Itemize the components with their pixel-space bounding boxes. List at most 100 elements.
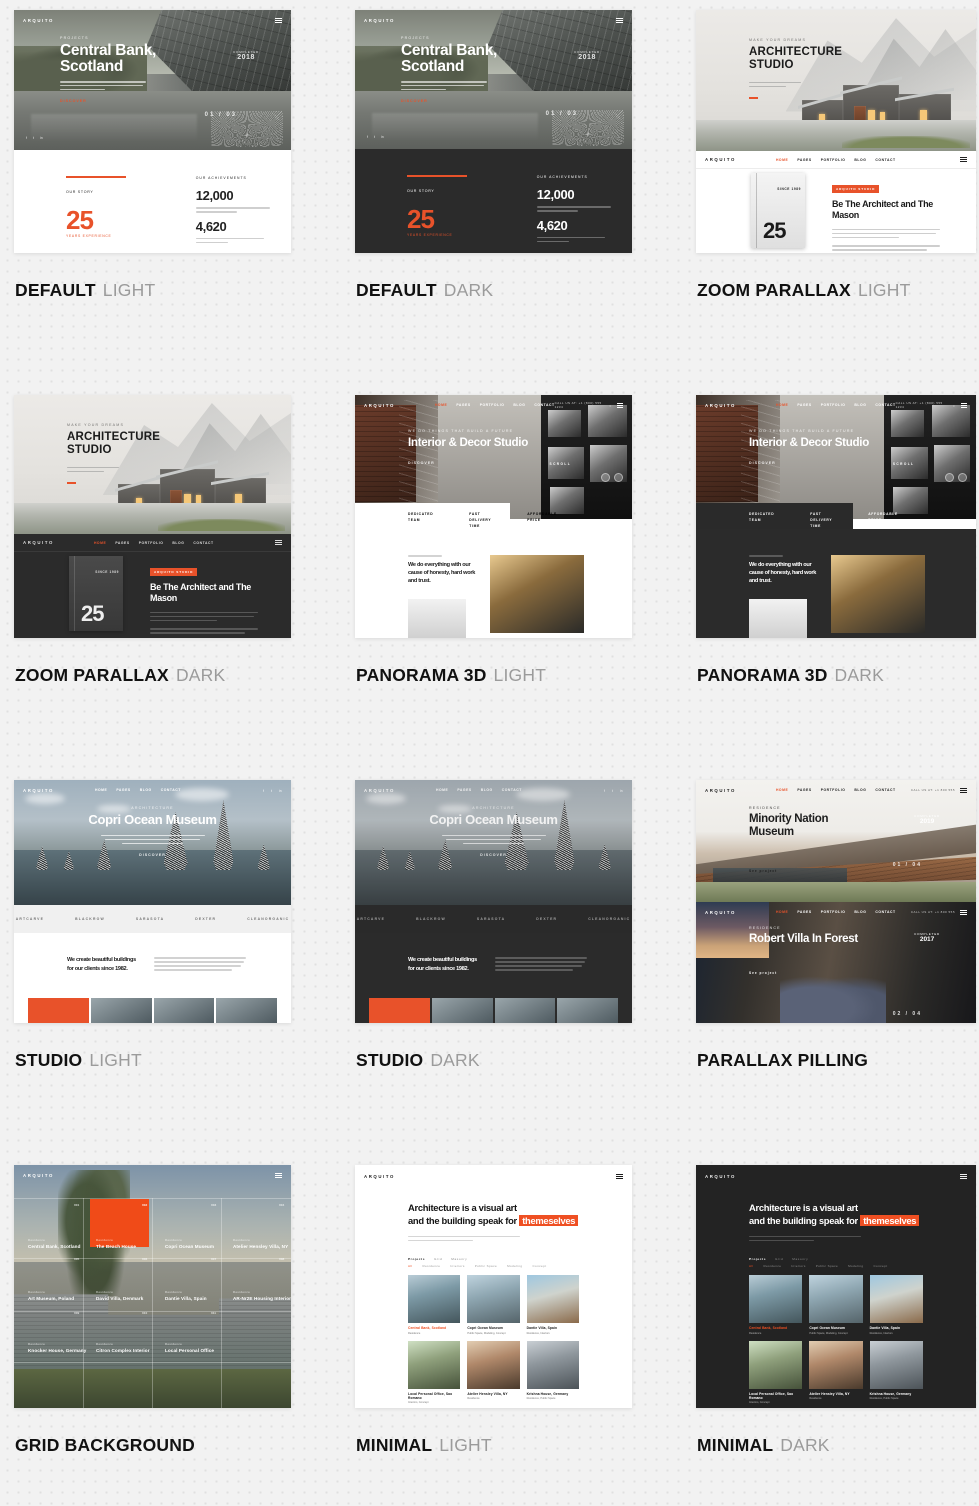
project-card[interactable]: Atelier Hensley Villa, NY Residence bbox=[467, 1340, 520, 1405]
nav-link[interactable]: PAGES bbox=[457, 788, 471, 792]
nav-link[interactable]: BLOG bbox=[481, 788, 493, 792]
menu-icon[interactable] bbox=[960, 402, 968, 408]
nav-links[interactable]: HOME PAGES PORTFOLIO BLOG CONTACT bbox=[94, 541, 214, 545]
tab-item[interactable]: Modeling bbox=[507, 1264, 522, 1268]
menu-icon[interactable] bbox=[275, 540, 282, 545]
nav-link[interactable]: PORTFOLIO bbox=[139, 541, 164, 545]
nav-link[interactable]: BLOG bbox=[854, 788, 866, 792]
filter-controls[interactable]: Projects Grid Masonry bbox=[408, 1257, 467, 1261]
nav-link[interactable]: BLOG bbox=[172, 541, 184, 545]
project-tile[interactable]: Residence Art Museum, Poland bbox=[28, 1291, 74, 1301]
project-card[interactable]: Copri Ocean Museum Public Space, Modelin… bbox=[467, 1275, 520, 1335]
project-card[interactable]: Central Bank, Scotland Residence bbox=[408, 1275, 461, 1335]
project-tile[interactable]: Residence The Beach House bbox=[96, 1239, 136, 1249]
menu-icon[interactable] bbox=[616, 17, 623, 23]
demo-thumbnail-panorama-3d-light[interactable]: ARQUITO HOME PAGES PORTFOLIO BLOG CONTAC… bbox=[355, 395, 632, 638]
tab-item[interactable]: All bbox=[408, 1264, 413, 1268]
slider-arrows[interactable]: ← → bbox=[607, 135, 620, 139]
nav-link[interactable]: BLOG bbox=[854, 403, 866, 407]
filter-option[interactable]: Grid bbox=[434, 1257, 442, 1261]
project-card[interactable]: Krishna House, Germany Residence, Public… bbox=[526, 1340, 579, 1405]
social-links[interactable]: f t in bbox=[263, 789, 282, 793]
nav-link[interactable]: BLOG bbox=[513, 403, 525, 407]
demo-thumbnail-grid-background[interactable]: ARQUITO 001 002 003 004 Residence Centra… bbox=[14, 1165, 291, 1408]
demo-thumbnail-studio-light[interactable]: ARQUITO HOME PAGES BLOG CONTACT f t in Arc… bbox=[14, 780, 291, 1023]
hero-cta[interactable]: DISCOVER bbox=[401, 99, 521, 103]
nav-link[interactable]: CONTACT bbox=[875, 403, 895, 407]
nav-link[interactable]: CONTACT bbox=[502, 788, 522, 792]
demo-card-default-dark[interactable]: ARQUITO PROJECTS Central Bank, Scotland … bbox=[355, 10, 632, 395]
filter-option[interactable]: Masonry bbox=[792, 1257, 808, 1261]
nav-links[interactable]: HOME PAGES PORTFOLIO BLOG CONTACT bbox=[435, 403, 555, 407]
social-links[interactable]: f t in bbox=[26, 136, 43, 140]
filter-option[interactable]: Masonry bbox=[451, 1257, 467, 1261]
demo-card-minimal-light[interactable]: ARQUITO Architecture is a visual art and… bbox=[355, 1165, 632, 1506]
nav-link[interactable]: HOME bbox=[435, 403, 447, 407]
nav-link[interactable]: CONTACT bbox=[534, 403, 554, 407]
hero-cta[interactable]: DISCOVER bbox=[749, 461, 869, 465]
navbar-right[interactable]: CALL US AT: +1 (800) 555 1234 ○ bbox=[896, 401, 968, 409]
hero-cta[interactable]: DISCOVER bbox=[408, 461, 528, 465]
navbar-right[interactable]: CALL US AT: +1 800 555 bbox=[911, 787, 967, 793]
tab-item[interactable]: Interiors bbox=[450, 1264, 464, 1268]
nav-link[interactable]: BLOG bbox=[854, 158, 866, 162]
demo-card-minimal-dark[interactable]: ARQUITO Architecture is a visual art and… bbox=[696, 1165, 976, 1506]
project-card[interactable]: Dantie Villa, Spain Residence, Interiors bbox=[526, 1275, 579, 1335]
tab-item[interactable]: Residence bbox=[423, 1264, 441, 1268]
menu-icon[interactable] bbox=[616, 402, 623, 408]
nav-link[interactable]: PORTFOLIO bbox=[821, 788, 846, 792]
menu-icon[interactable] bbox=[960, 1173, 967, 1179]
nav-link[interactable]: PORTFOLIO bbox=[480, 403, 505, 407]
project-card[interactable]: Copri Ocean Museum Public Space, Modelin… bbox=[809, 1275, 863, 1335]
category-tabs[interactable]: All Residence Interiors Public Space Mod… bbox=[408, 1264, 546, 1268]
project-card[interactable]: Dantie Villa, Spain Residence, Interiors bbox=[869, 1275, 923, 1335]
nav-link[interactable]: CONTACT bbox=[875, 158, 895, 162]
hero-cta[interactable]: DISCOVER bbox=[60, 99, 180, 103]
nav-link[interactable]: HOME bbox=[776, 403, 788, 407]
social-links[interactable]: f t in bbox=[604, 789, 623, 793]
nav-link[interactable]: PORTFOLIO bbox=[821, 910, 846, 914]
hero-cta[interactable]: See project bbox=[749, 869, 869, 873]
nav-link[interactable]: PAGES bbox=[797, 788, 811, 792]
nav-link[interactable]: PAGES bbox=[456, 403, 470, 407]
nav-link[interactable]: PAGES bbox=[797, 403, 811, 407]
tab-item[interactable]: Concept bbox=[873, 1264, 887, 1268]
demo-card-parallax-pilling[interactable]: ARQUITO HOME PAGES PORTFOLIO BLOG CONTAC… bbox=[696, 780, 976, 1165]
social-links[interactable]: f t in bbox=[367, 135, 384, 139]
nav-link[interactable]: HOME bbox=[436, 788, 448, 792]
project-tile[interactable]: Residence David Villa, Denmark bbox=[96, 1291, 143, 1301]
hero-cta[interactable]: See project bbox=[749, 971, 869, 975]
project-tile[interactable]: Residence Central Bank, Scotland bbox=[28, 1239, 81, 1249]
nav-link[interactable]: PAGES bbox=[797, 910, 811, 914]
menu-icon[interactable] bbox=[275, 17, 282, 23]
demo-thumbnail-default-light[interactable]: ARQUITO PROJECTS Central Bank, Scotland … bbox=[14, 10, 291, 253]
project-tiles[interactable] bbox=[14, 998, 291, 1023]
demo-thumbnail-default-dark[interactable]: ARQUITO PROJECTS Central Bank, Scotland … bbox=[355, 10, 632, 253]
demo-card-panorama-3d-dark[interactable]: ARQUITO HOME PAGES PORTFOLIO BLOG CONTAC… bbox=[696, 395, 976, 780]
nav-link[interactable]: PORTFOLIO bbox=[821, 403, 846, 407]
nav-link[interactable]: CONTACT bbox=[161, 788, 181, 792]
project-card[interactable]: Atelier Hensley Villa, NY Residence bbox=[809, 1340, 863, 1405]
nav-links[interactable]: HOME PAGES PORTFOLIO BLOG CONTACT bbox=[776, 403, 896, 407]
hero-cta[interactable]: DISCOVER bbox=[355, 853, 632, 857]
menu-icon[interactable] bbox=[616, 1173, 623, 1179]
hero-cta[interactable]: DISCOVER bbox=[14, 853, 291, 857]
project-tile[interactable]: Residence Atelier Hensley Villa, NY bbox=[233, 1239, 288, 1249]
nav-link[interactable]: HOME bbox=[776, 158, 788, 162]
scroll-controls[interactable] bbox=[945, 473, 967, 482]
project-tile[interactable]: Residence Local Personal Office bbox=[165, 1343, 214, 1353]
nav-link[interactable]: HOME bbox=[94, 541, 106, 545]
tab-item[interactable]: Public Space bbox=[816, 1264, 838, 1268]
demo-thumbnail-panorama-3d-dark[interactable]: ARQUITO HOME PAGES PORTFOLIO BLOG CONTAC… bbox=[696, 395, 976, 638]
menu-icon[interactable] bbox=[960, 787, 967, 793]
project-tile[interactable]: Residence Knocker House, Germany bbox=[28, 1343, 86, 1353]
nav-link[interactable]: CONTACT bbox=[193, 541, 213, 545]
nav-link[interactable]: HOME bbox=[776, 910, 788, 914]
nav-links[interactable]: HOME PAGES BLOG CONTACT bbox=[95, 788, 181, 792]
slider-arrows[interactable]: ← → bbox=[266, 136, 279, 140]
demo-thumbnail-studio-dark[interactable]: ARQUITO HOME PAGES BLOG CONTACT f t in Arc… bbox=[355, 780, 632, 1023]
project-tile[interactable]: Residence Dantie Villa, Spain bbox=[165, 1291, 207, 1301]
menu-icon[interactable] bbox=[275, 1172, 282, 1178]
project-tile[interactable]: Residence Citron Complex Interior bbox=[96, 1343, 150, 1353]
nav-link[interactable]: PAGES bbox=[797, 158, 811, 162]
